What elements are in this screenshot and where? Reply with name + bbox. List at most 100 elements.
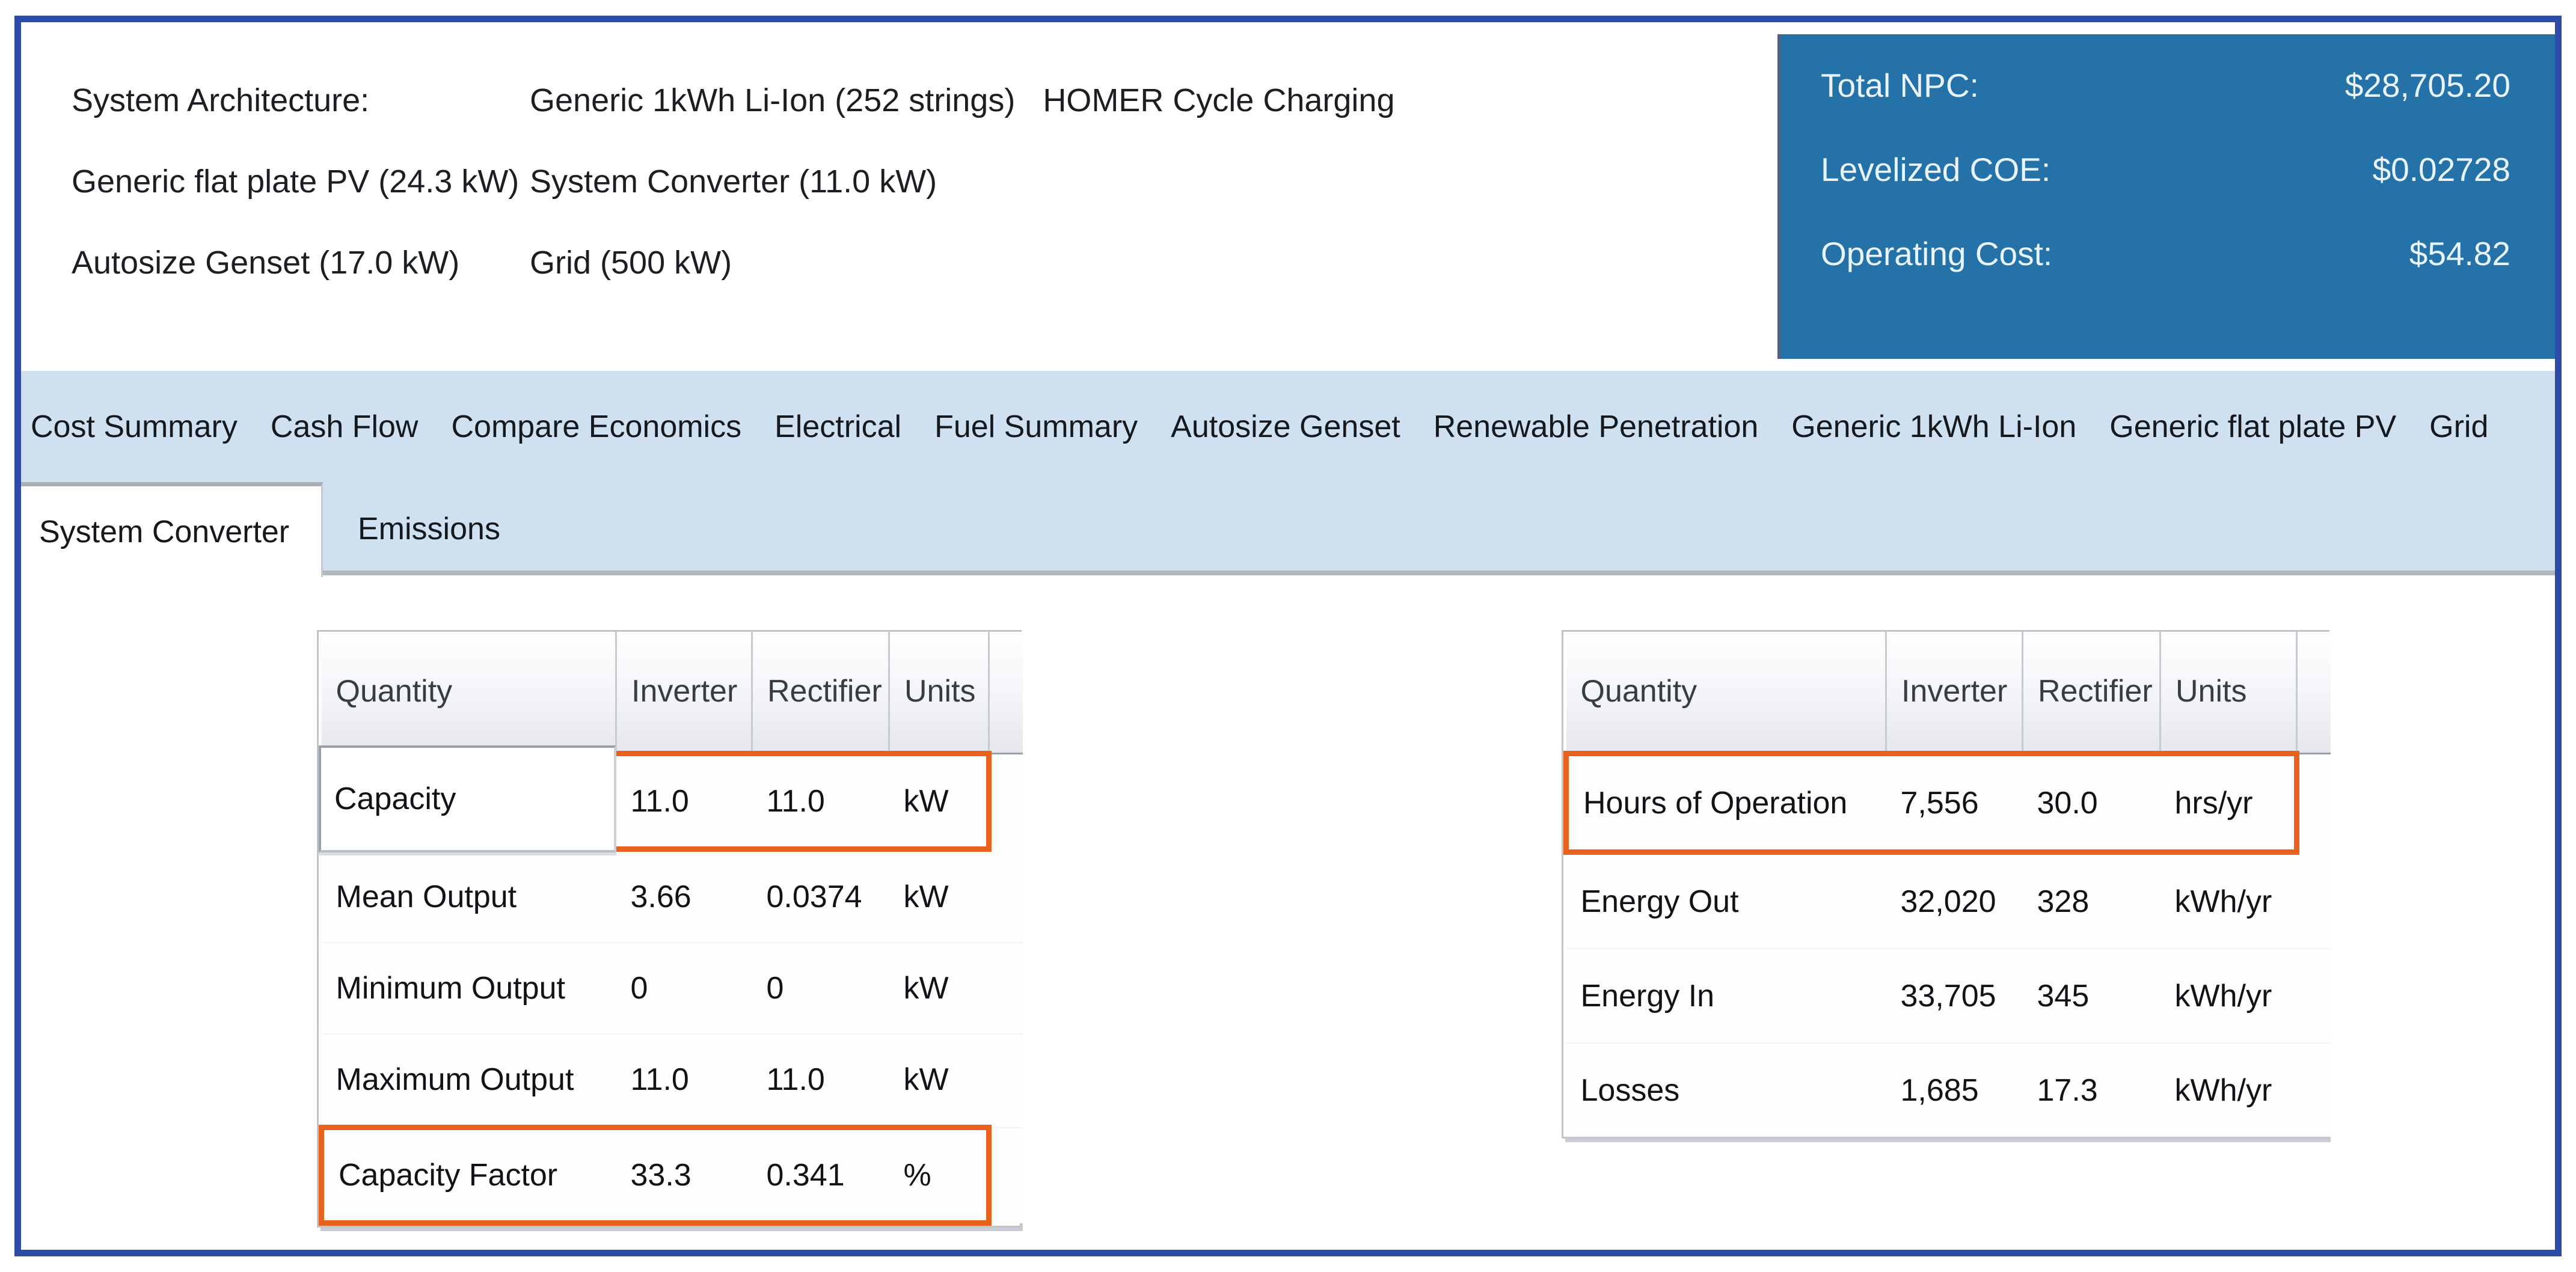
- architecture-row: Autosize Genset (17.0 kW)Grid (500 kW): [72, 222, 1394, 303]
- cell-quantity: Hours of Operation: [1566, 754, 1886, 852]
- architecture-item: System Architecture:: [72, 82, 530, 119]
- tab-fuel-summary[interactable]: Fuel Summary: [934, 409, 1138, 445]
- cell-inverter: 32,020: [1886, 852, 2023, 949]
- tab-system-converter[interactable]: System Converter: [21, 482, 323, 577]
- tab-renewable-penetration[interactable]: Renewable Penetration: [1434, 409, 1759, 445]
- cell-quantity: Energy Out: [1566, 852, 1886, 949]
- summary-metrics-panel: Total NPC: $28,705.20 Levelized COE: $0.027…: [1777, 34, 2555, 359]
- table-header-row: QuantityInverterRectifierUnits: [1566, 632, 2331, 754]
- tab-cost-summary[interactable]: Cost Summary: [31, 409, 238, 445]
- table-header-row: QuantityInverterRectifierUnits: [322, 632, 1023, 754]
- tab-emissions[interactable]: Emissions: [346, 482, 512, 575]
- cell-rectifier: 11.0: [752, 754, 889, 849]
- cell-units: kW: [889, 849, 989, 943]
- cell-inverter: 7,556: [1886, 754, 2023, 852]
- architecture-item: Grid (500 kW): [530, 245, 732, 281]
- cell-units: kW: [889, 943, 989, 1034]
- architecture-item-group: System Converter (11.0 kW): [530, 163, 937, 200]
- tab-grid[interactable]: Grid: [2429, 409, 2488, 445]
- cell-units: kW: [889, 754, 989, 849]
- table-row-losses: Losses1,68517.3kWh/yr: [1566, 1043, 2331, 1137]
- tab-autosize-genset[interactable]: Autosize Genset: [1171, 409, 1400, 445]
- table-row-minimum-output: Minimum Output00kW: [322, 943, 1023, 1034]
- cell-quantity: Losses: [1566, 1043, 1886, 1137]
- metric-label: Operating Cost:: [1821, 234, 2052, 273]
- cell-inverter: 11.0: [616, 1034, 752, 1128]
- table-row-hours-of-operation: Hours of Operation7,55630.0hrs/yr: [1566, 754, 2331, 852]
- table-row-maximum-output: Maximum Output11.011.0kW: [322, 1034, 1023, 1128]
- cell-inverter: 11.0: [616, 754, 752, 849]
- cell-spacer: [989, 754, 1023, 849]
- tab-compare-economics[interactable]: Compare Economics: [451, 409, 741, 445]
- cell-spacer: [2297, 754, 2331, 852]
- cell-quantity: Energy In: [1566, 949, 1886, 1043]
- metric-row: Levelized COE: $0.02728: [1821, 127, 2510, 212]
- converter-results-content: QuantityInverterRectifierUnitsCapacity11…: [21, 575, 2555, 1250]
- cell-rectifier: 345: [2023, 949, 2160, 1043]
- tab-electrical[interactable]: Electrical: [774, 409, 901, 445]
- architecture-item: System Converter (11.0 kW): [530, 164, 937, 200]
- tab-generic-flat-plate-pv[interactable]: Generic flat plate PV: [2109, 409, 2396, 445]
- metric-row: Operating Cost: $54.82: [1821, 212, 2510, 296]
- cell-inverter: 0: [616, 943, 752, 1034]
- architecture-item: HOMER Cycle Charging: [1043, 82, 1394, 118]
- tab-row-components: Cost Summary Cash Flow Compare Economics El…: [21, 371, 2555, 482]
- cell-inverter: 3.66: [616, 849, 752, 943]
- cell-rectifier: 11.0: [752, 1034, 889, 1128]
- metric-value: $0.02728: [2373, 150, 2510, 189]
- column-header-spacer: [989, 632, 1023, 754]
- architecture-row: System Architecture:Generic 1kWh Li-Ion …: [72, 60, 1394, 141]
- architecture-item-group: Generic 1kWh Li-Ion (252 strings) HOMER C…: [530, 82, 1394, 119]
- system-architecture: System Architecture:Generic 1kWh Li-Ion …: [72, 60, 1394, 303]
- architecture-row: Generic flat plate PV (24.3 kW)System Co…: [72, 141, 1394, 222]
- metric-value: $28,705.20: [2345, 66, 2510, 105]
- cell-quantity: Maximum Output: [322, 1034, 616, 1128]
- cell-rectifier: 17.3: [2023, 1043, 2160, 1137]
- column-header-inverter: Inverter: [616, 632, 752, 754]
- cell-units: %: [889, 1128, 989, 1223]
- tab-row-secondary: System ConverterEmissions: [21, 482, 2555, 575]
- cell-spacer: [989, 1034, 1023, 1128]
- results-tab-bar: Cost Summary Cash Flow Compare Economics El…: [21, 371, 2555, 575]
- cell-inverter: 33.3: [616, 1128, 752, 1223]
- cell-units: kW: [889, 1034, 989, 1128]
- results-window: System Architecture:Generic 1kWh Li-Ion …: [14, 16, 2562, 1256]
- cell-units: kWh/yr: [2160, 949, 2297, 1043]
- metric-value: $54.82: [2409, 234, 2510, 273]
- converter-energy-table: QuantityInverterRectifierUnitsHours of O…: [1562, 630, 2329, 1139]
- cell-quantity: Minimum Output: [322, 943, 616, 1034]
- cell-spacer: [989, 1128, 1023, 1223]
- capacity-cell-editor[interactable]: Capacity: [319, 745, 616, 852]
- table-row-capacity: Capacity11.011.0kW: [322, 754, 1023, 849]
- metric-label: Levelized COE:: [1821, 150, 2050, 189]
- cell-rectifier: 0: [752, 943, 889, 1034]
- tab-generic-1kwh-li-ion[interactable]: Generic 1kWh Li-Ion: [1791, 409, 2076, 445]
- column-header-units: Units: [2160, 632, 2297, 754]
- cell-rectifier: 0.341: [752, 1128, 889, 1223]
- architecture-item: Autosize Genset (17.0 kW): [72, 244, 530, 281]
- table-row-energy-in: Energy In33,705345kWh/yr: [1566, 949, 2331, 1043]
- metric-label: Total NPC:: [1821, 66, 1979, 105]
- cell-units: kWh/yr: [2160, 852, 2297, 949]
- cell-spacer: [989, 849, 1023, 943]
- metric-row: Total NPC: $28,705.20: [1821, 43, 2510, 127]
- cell-spacer: [2297, 1043, 2331, 1137]
- architecture-item: Generic flat plate PV (24.3 kW): [72, 163, 530, 200]
- column-header-rectifier: Rectifier: [752, 632, 889, 754]
- column-header-inverter: Inverter: [1886, 632, 2023, 754]
- cell-units: hrs/yr: [2160, 754, 2297, 852]
- cell-spacer: [2297, 949, 2331, 1043]
- cell-spacer: [2297, 852, 2331, 949]
- cell-spacer: [989, 943, 1023, 1034]
- system-architecture-header: System Architecture:Generic 1kWh Li-Ion …: [21, 22, 2555, 371]
- converter-statistics-table: QuantityInverterRectifierUnitsCapacity11…: [317, 630, 1022, 1228]
- cell-quantity: Mean Output: [322, 849, 616, 943]
- cell-quantity: Capacity Factor: [322, 1128, 616, 1223]
- architecture-item-group: Grid (500 kW): [530, 244, 732, 281]
- table-row-energy-out: Energy Out32,020328kWh/yr: [1566, 852, 2331, 949]
- column-header-spacer: [2297, 632, 2331, 754]
- column-header-quantity: Quantity: [1566, 632, 1886, 754]
- cell-inverter: 1,685: [1886, 1043, 2023, 1137]
- tab-cash-flow[interactable]: Cash Flow: [271, 409, 419, 445]
- architecture-item: Generic 1kWh Li-Ion (252 strings): [530, 82, 1015, 118]
